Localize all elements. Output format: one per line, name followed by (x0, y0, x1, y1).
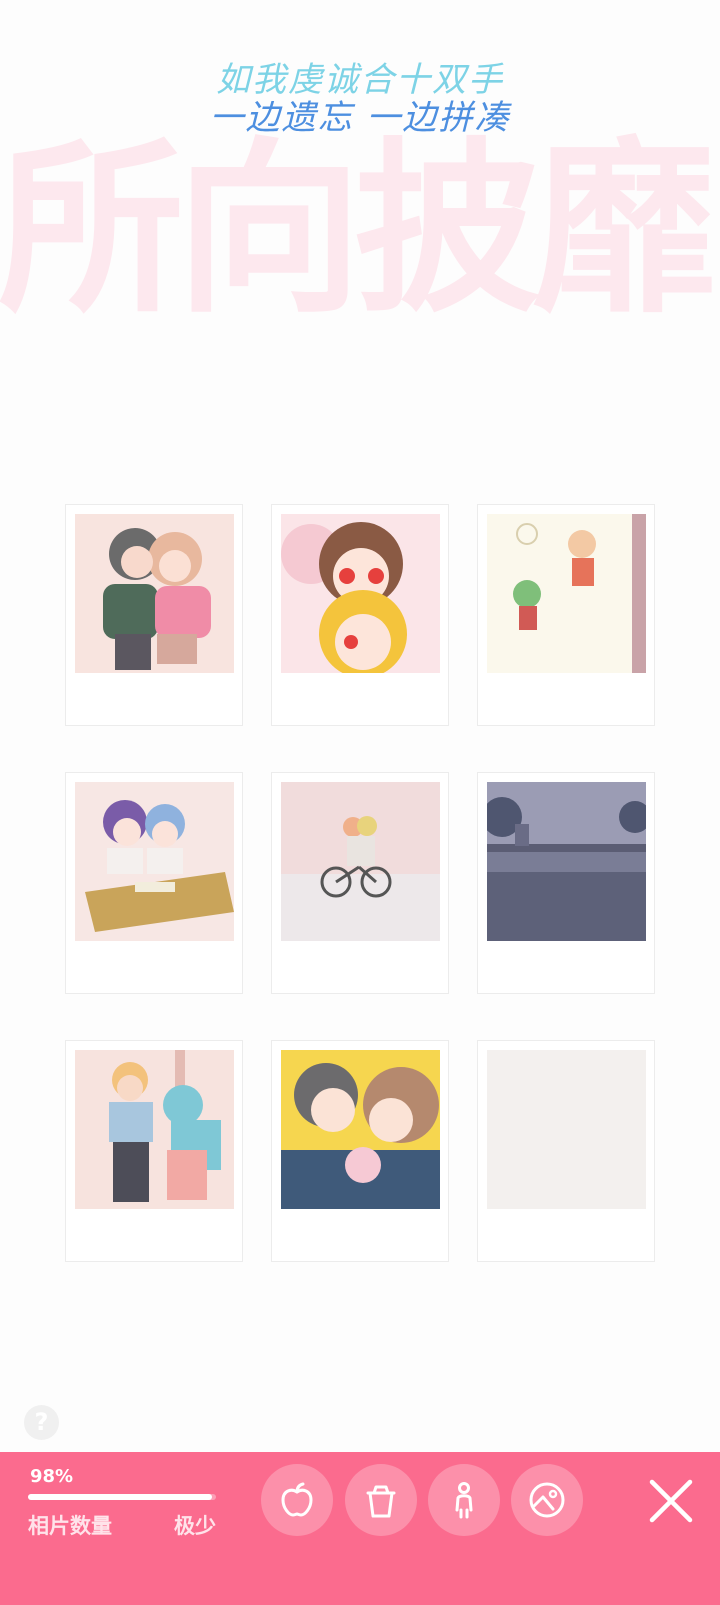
photo-card-2[interactable] (271, 504, 449, 726)
apple-button[interactable] (261, 1464, 333, 1536)
background-watermark: 所向披靡 (0, 121, 718, 338)
header-line-1: 如我虔诚合十双手 (216, 60, 504, 100)
photo-cake-couple (75, 1050, 234, 1209)
progress-percent: 98% (30, 1466, 74, 1487)
photo-card-5[interactable] (271, 772, 449, 994)
photo-sketch-paper (487, 514, 646, 673)
photo-card-6[interactable] (477, 772, 655, 994)
photo-empty-slot (487, 1050, 646, 1209)
photo-card-4[interactable] (65, 772, 243, 994)
photo-couple-hug (75, 514, 234, 673)
progress-bar (28, 1494, 216, 1500)
photo-card-7[interactable] (65, 1040, 243, 1262)
photo-count-value: 极少 (174, 1514, 216, 1538)
photo-two-girls (281, 514, 440, 673)
photo-card-9[interactable] (477, 1040, 655, 1262)
photo-card-1[interactable] (65, 504, 243, 726)
progress-bar-fill (28, 1494, 213, 1500)
photo-card-8[interactable] (271, 1040, 449, 1262)
photo-kiss-baby (281, 1050, 440, 1209)
person-icon (455, 1482, 473, 1519)
photo-classroom-desk (75, 782, 234, 941)
help-question-icon[interactable]: ? (24, 1405, 59, 1440)
person-button[interactable] (428, 1464, 500, 1536)
cup-icon (366, 1485, 396, 1518)
photo-icon (529, 1482, 565, 1518)
photo-bicycle (281, 782, 440, 941)
cup-button[interactable] (345, 1464, 417, 1536)
bottom-toolbar: 98% 相片数量 极少 (0, 1452, 720, 1605)
photo-card-3[interactable] (477, 504, 655, 726)
photo-night-river (487, 782, 646, 941)
apple-icon (281, 1482, 313, 1517)
close-icon[interactable] (646, 1476, 696, 1526)
photo-button[interactable] (511, 1464, 583, 1536)
photo-count-label: 相片数量 (28, 1514, 112, 1538)
